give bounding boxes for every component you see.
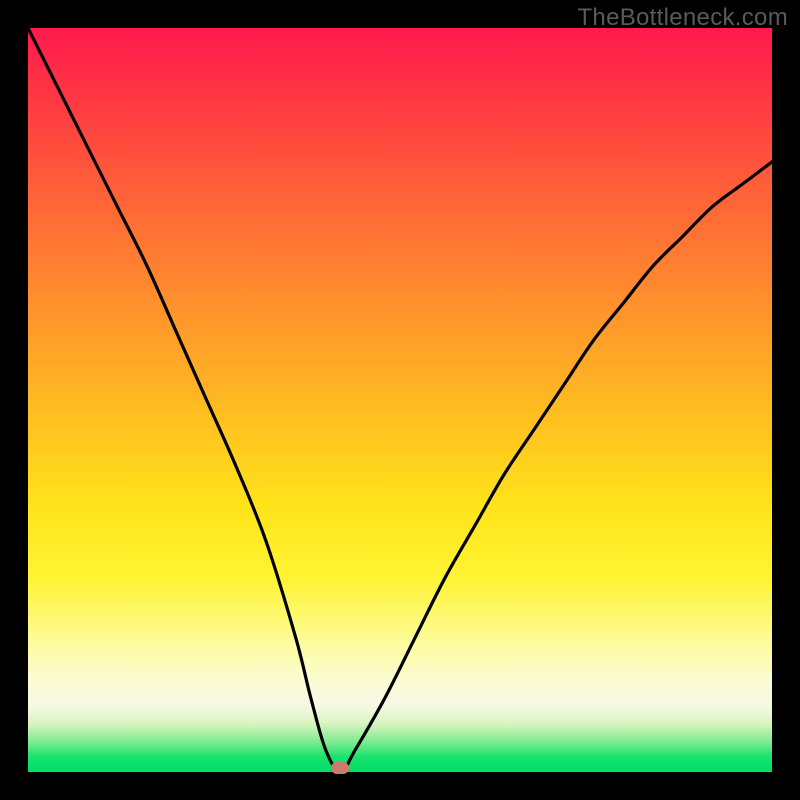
watermark-text: TheBottleneck.com: [577, 4, 788, 32]
plot-area: [28, 28, 772, 772]
minimum-marker: [331, 762, 349, 774]
chart-frame: TheBottleneck.com: [0, 0, 800, 800]
bottleneck-curve: [28, 28, 772, 772]
